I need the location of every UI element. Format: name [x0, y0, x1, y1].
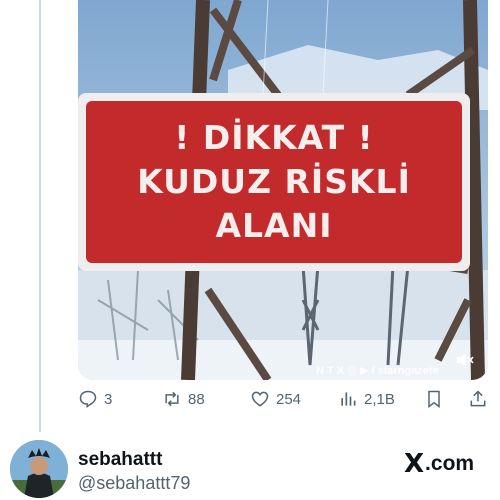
reply-count: 3	[104, 390, 113, 408]
sign-line-3: ALANI	[215, 206, 333, 245]
sign-line-1: ! DİKKAT !	[174, 118, 374, 157]
share-icon	[470, 390, 486, 407]
author-handle[interactable]: @sebahattt79	[78, 473, 190, 494]
thread-connector-line	[39, 0, 41, 432]
speaker-muted-icon[interactable]	[456, 352, 474, 371]
video-watermark: N T X ◎ ▶ / starngazete	[316, 365, 439, 377]
reply-button[interactable]: 3	[78, 389, 112, 409]
x-logo-icon: X	[404, 449, 425, 479]
like-button[interactable]: 254	[250, 389, 301, 409]
repost-icon	[165, 391, 179, 407]
warning-sign: ! DİKKAT ! KUDUZ RİSKLİ ALANI	[78, 93, 470, 271]
repost-button[interactable]: 88	[162, 389, 205, 409]
heart-icon	[251, 391, 269, 407]
views-button[interactable]: 2,1B	[338, 389, 395, 409]
warning-sign-panel: ! DİKKAT ! KUDUZ RİSKLİ ALANI	[86, 101, 462, 263]
x-com-watermark: X. com	[404, 449, 475, 479]
views-count: 2,1B	[364, 390, 395, 408]
repost-count: 88	[188, 390, 205, 408]
avatar[interactable]	[10, 440, 68, 498]
author-name[interactable]: sebahattt	[78, 449, 162, 471]
sign-line-2: KUDUZ RİSKLİ	[137, 162, 411, 201]
tweet-actions: 3 88 254 2,1B	[78, 389, 488, 415]
analytics-icon	[341, 392, 356, 406]
like-count: 254	[276, 390, 302, 408]
reply-icon	[79, 390, 97, 408]
share-button[interactable]	[468, 389, 494, 409]
bookmark-button[interactable]	[424, 389, 450, 409]
x-com-domain: com	[430, 452, 475, 475]
bookmark-icon	[428, 390, 440, 408]
